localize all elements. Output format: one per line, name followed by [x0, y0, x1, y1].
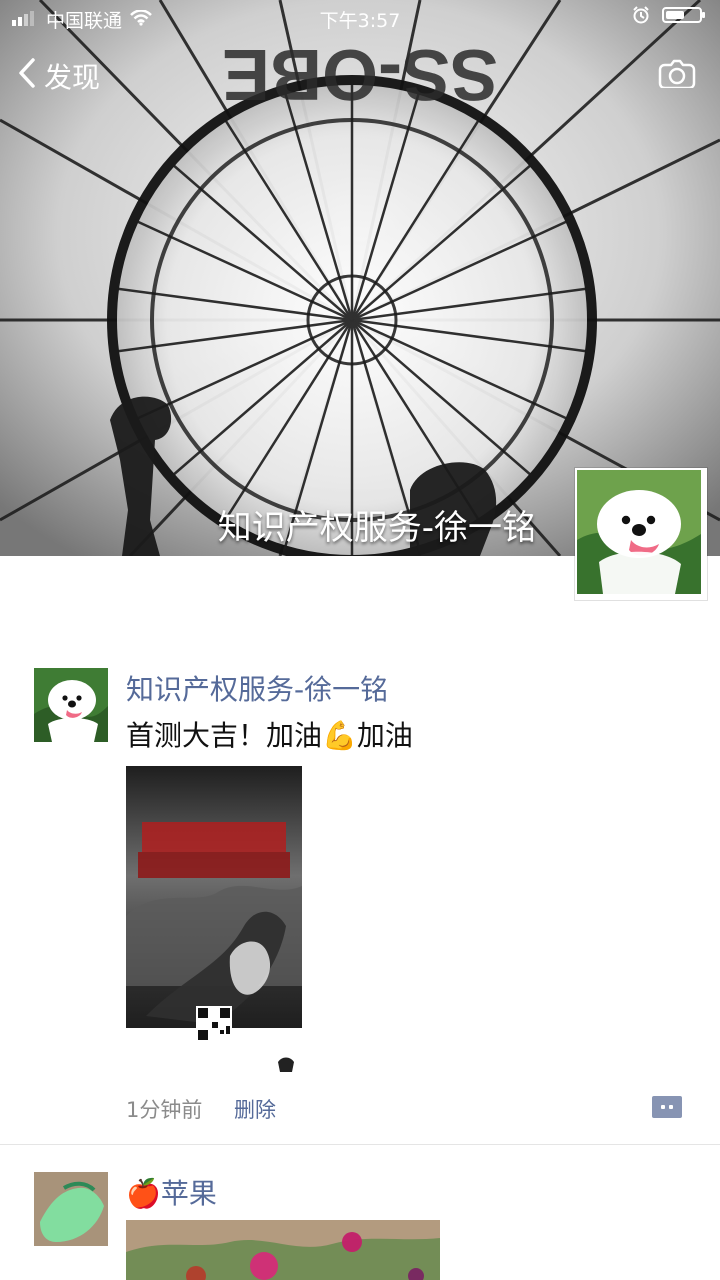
profile-avatar[interactable] [575, 468, 707, 600]
post-author[interactable]: 知识产权服务-徐一铭 [126, 668, 388, 708]
profile-name: 知识产权服务-徐一铭 [217, 508, 536, 548]
moments-page: SS-OBE 知识产权服务-徐一铭 中国联通 下午3:57 发现 知识产权服务-… [0, 0, 720, 1280]
poster-image [126, 766, 302, 1080]
status-bar: 中国联通 下午3:57 [0, 0, 720, 36]
post-avatar[interactable] [34, 1172, 108, 1246]
flowers-image [126, 1220, 440, 1280]
back-button[interactable]: 发现 [18, 56, 100, 96]
alarm-icon [632, 6, 650, 29]
post-text: 首测大吉！加油💪加油 [126, 719, 413, 752]
battery-icon [662, 6, 706, 29]
balloon-lettering: SS-OBE [222, 34, 498, 114]
post-avatar[interactable] [34, 668, 108, 742]
status-right [632, 6, 706, 29]
divider [0, 1144, 720, 1145]
post-image[interactable] [126, 766, 302, 1080]
delete-button[interactable]: 删除 [234, 1094, 276, 1124]
dog-avatar-image [34, 668, 108, 742]
avatar-image [34, 1172, 108, 1246]
post-author[interactable]: 🍎苹果 [126, 1172, 217, 1212]
post-image[interactable] [126, 1220, 440, 1280]
dog-avatar-image [577, 470, 701, 594]
status-time: 下午3:57 [319, 10, 401, 32]
camera-button[interactable] [658, 58, 696, 90]
more-icon[interactable] [652, 1096, 682, 1118]
post-time: 1分钟前 [126, 1098, 203, 1122]
chevron-left-icon [18, 57, 36, 95]
back-label: 发现 [44, 61, 101, 94]
camera-icon [658, 59, 696, 92]
